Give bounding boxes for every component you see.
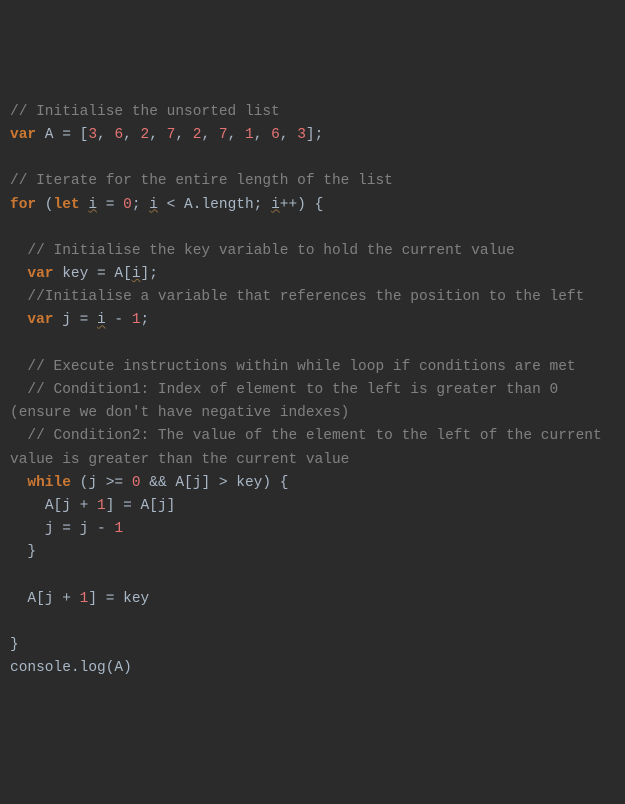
comment-iterate: // Iterate for the entire length of the … (10, 170, 615, 193)
var-declaration-A: var A = [3, 6, 2, 7, 2, 7, 1, 6, 3]; (10, 124, 615, 147)
blank-line (10, 611, 615, 634)
code-block: // Initialise the unsorted listvar A = [… (10, 101, 615, 681)
decrement-j: j = j - 1 (10, 518, 615, 541)
comment-condition1: // Condition1: Index of element to the l… (10, 379, 615, 425)
comment-j-var: //Initialise a variable that references … (10, 286, 615, 309)
blank-line (10, 565, 615, 588)
comment-condition2: // Condition2: The value of the element … (10, 425, 615, 471)
assign-key: A[j + 1] = key (10, 588, 615, 611)
for-loop-close: } (10, 634, 615, 657)
blank-line (10, 147, 615, 170)
var-declaration-key: var key = A[i]; (10, 263, 615, 286)
blank-line (10, 333, 615, 356)
comment-while-loop: // Execute instructions within while loo… (10, 356, 615, 379)
var-declaration-j: var j = i - 1; (10, 309, 615, 332)
while-loop-open: while (j >= 0 && A[j] > key) { (10, 472, 615, 495)
comment-init-list: // Initialise the unsorted list (10, 101, 615, 124)
comment-key-var: // Initialise the key variable to hold t… (10, 240, 615, 263)
for-loop-open: for (let i = 0; i < A.length; i++) { (10, 194, 615, 217)
while-loop-close: } (10, 541, 615, 564)
assign-shift: A[j + 1] = A[j] (10, 495, 615, 518)
blank-line (10, 217, 615, 240)
